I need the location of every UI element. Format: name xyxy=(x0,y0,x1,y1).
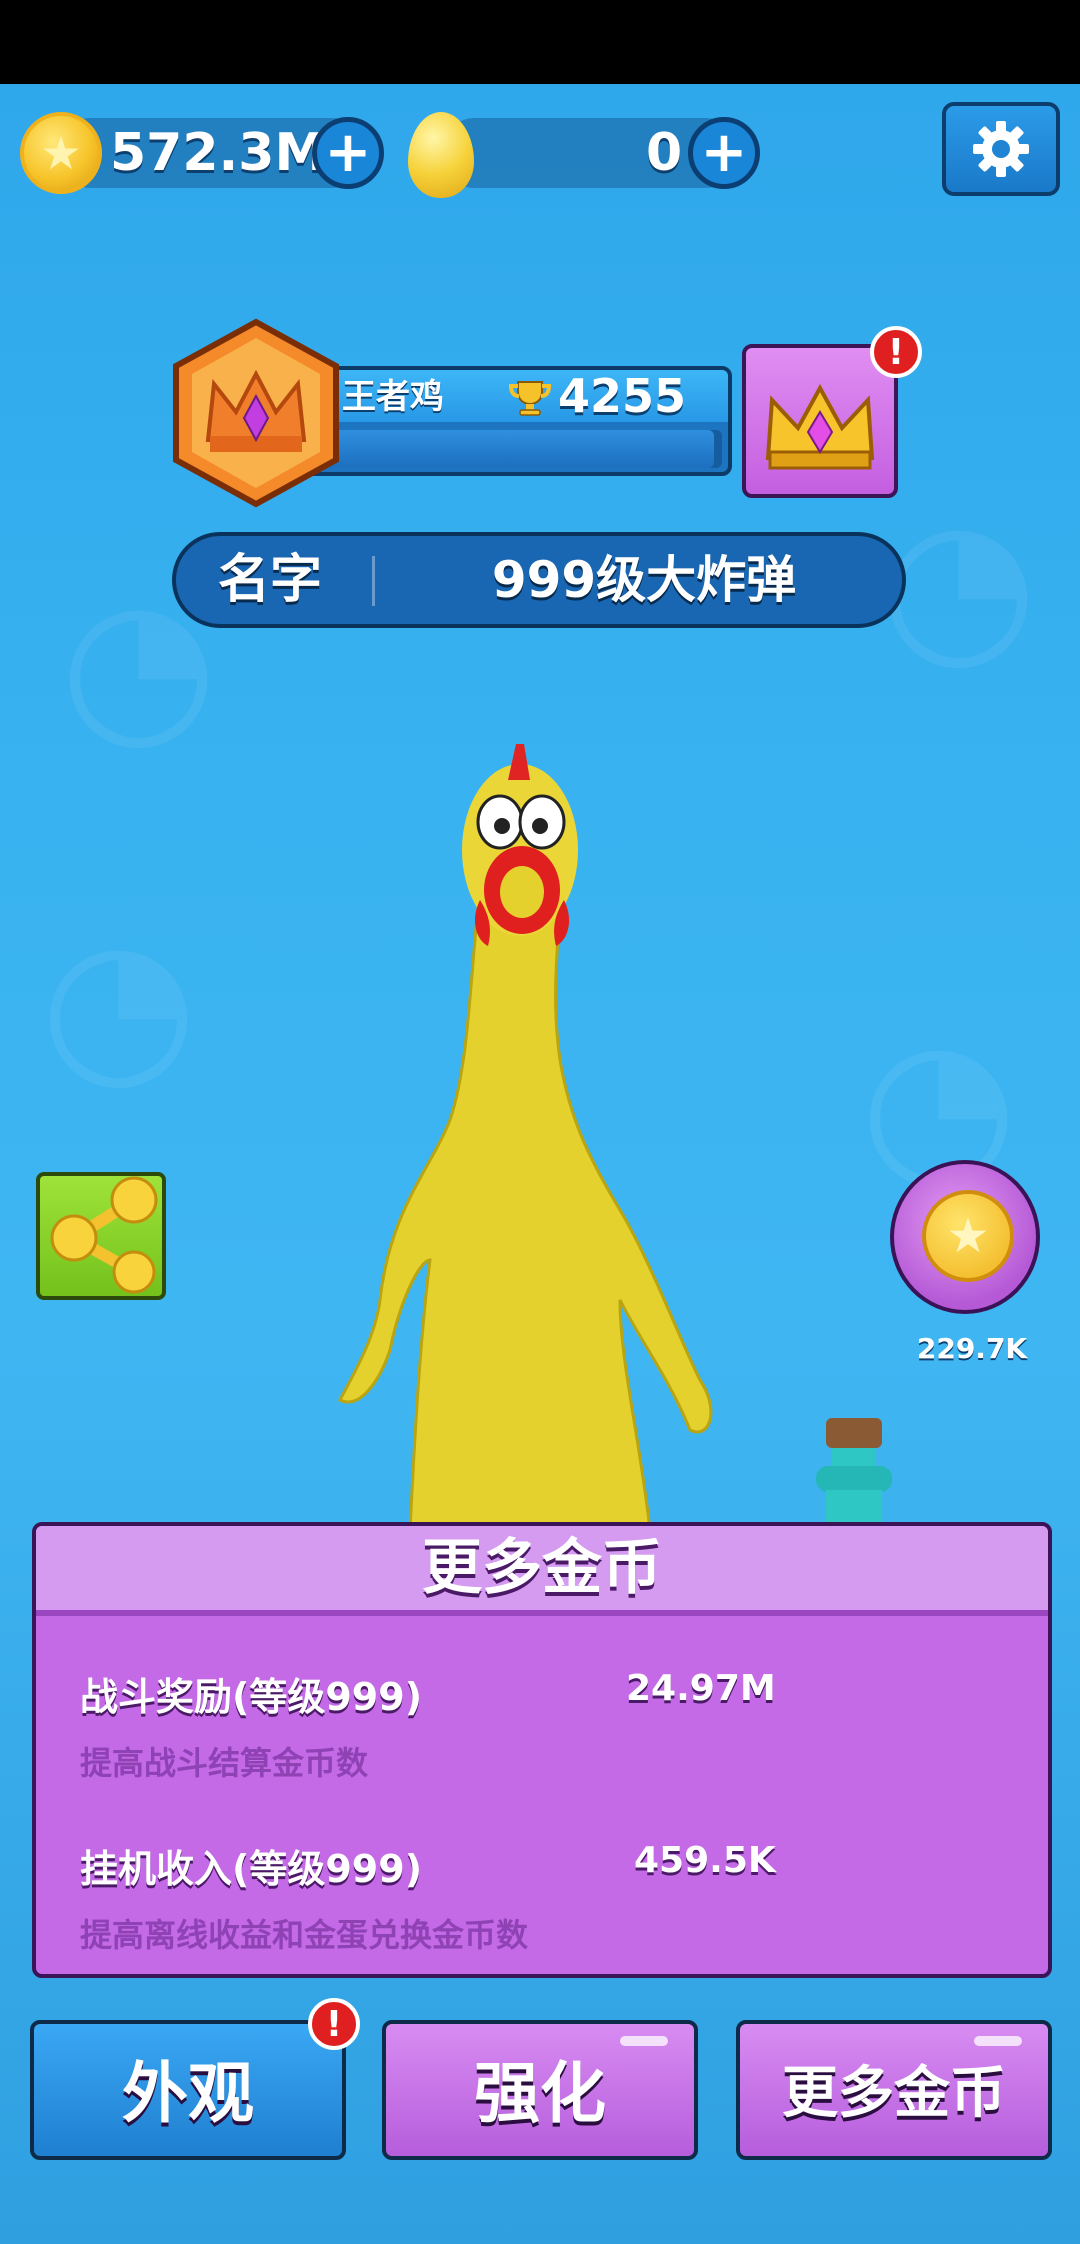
tab-label: 更多金币 xyxy=(782,2061,1006,2126)
share-button[interactable] xyxy=(36,1172,166,1300)
idle-coin-collect-button[interactable]: ★ xyxy=(890,1160,1040,1314)
star-coin-icon: ★ xyxy=(922,1190,1014,1282)
rank-badge-icon[interactable] xyxy=(168,318,344,508)
player-name: 999级大炸弹 xyxy=(491,551,797,609)
upgrade-value: 24.97M xyxy=(626,1668,776,1709)
upgrade-name: 战斗奖励(等级999) xyxy=(80,1675,423,1719)
tab-upgrade[interactable]: 强化 xyxy=(382,2020,698,2160)
name-label: 名字 xyxy=(218,550,323,610)
trophy-count: 4255 xyxy=(558,369,687,423)
share-icon xyxy=(50,1176,158,1294)
rank-progress-fill xyxy=(322,430,714,468)
upgrade-panel: 更多金币 战斗奖励(等级999) 24.97M 提高战斗结算金币数 挂机收入(等… xyxy=(32,1522,1052,1978)
rank-title: 王者鸡 xyxy=(342,377,444,417)
tab-more-coins[interactable]: 更多金币 xyxy=(736,2020,1052,2160)
tab-label: 外观 xyxy=(122,2055,254,2132)
trophy-icon xyxy=(508,381,552,416)
add-eggs-button[interactable]: + xyxy=(688,117,760,189)
upgrade-description: 提高离线收益和金蛋兑换金币数 xyxy=(80,1916,529,1954)
rubber-chicken-character xyxy=(337,744,713,1530)
status-bar xyxy=(0,0,1080,84)
background-pattern: ◔ xyxy=(40,900,198,1109)
upgrade-description: 提高战斗结算金币数 xyxy=(80,1744,369,1782)
crown-icon xyxy=(765,383,875,470)
settings-button[interactable] xyxy=(942,102,1060,196)
gear-icon xyxy=(973,121,1029,177)
coin-amount: 572.3M xyxy=(110,123,327,183)
name-divider xyxy=(372,556,375,606)
crown-alert-badge: ! xyxy=(870,326,922,378)
idle-coin-amount: 229.7K xyxy=(916,1332,1028,1365)
upgrade-value: 459.5K xyxy=(634,1840,776,1881)
egg-amount: 0 xyxy=(646,123,683,183)
upgrade-name: 挂机收入(等级999) xyxy=(80,1847,423,1891)
appearance-alert-badge: ! xyxy=(308,1998,360,2050)
star-coin-icon: ★ xyxy=(20,112,102,194)
add-coins-button[interactable]: + xyxy=(312,117,384,189)
tab-appearance[interactable]: 外观 xyxy=(30,2020,346,2160)
player-name-bar[interactable]: 名字 999级大炸弹 xyxy=(172,532,906,628)
bottle-prop-icon xyxy=(816,1418,892,1524)
plus-icon: + xyxy=(700,120,748,185)
plus-icon: + xyxy=(324,120,372,185)
tab-label: 强化 xyxy=(474,2055,606,2132)
rank-panel: 王者鸡 4255 xyxy=(300,366,732,476)
panel-title: 更多金币 xyxy=(422,1533,662,1603)
rank-progress-bar xyxy=(322,430,722,468)
